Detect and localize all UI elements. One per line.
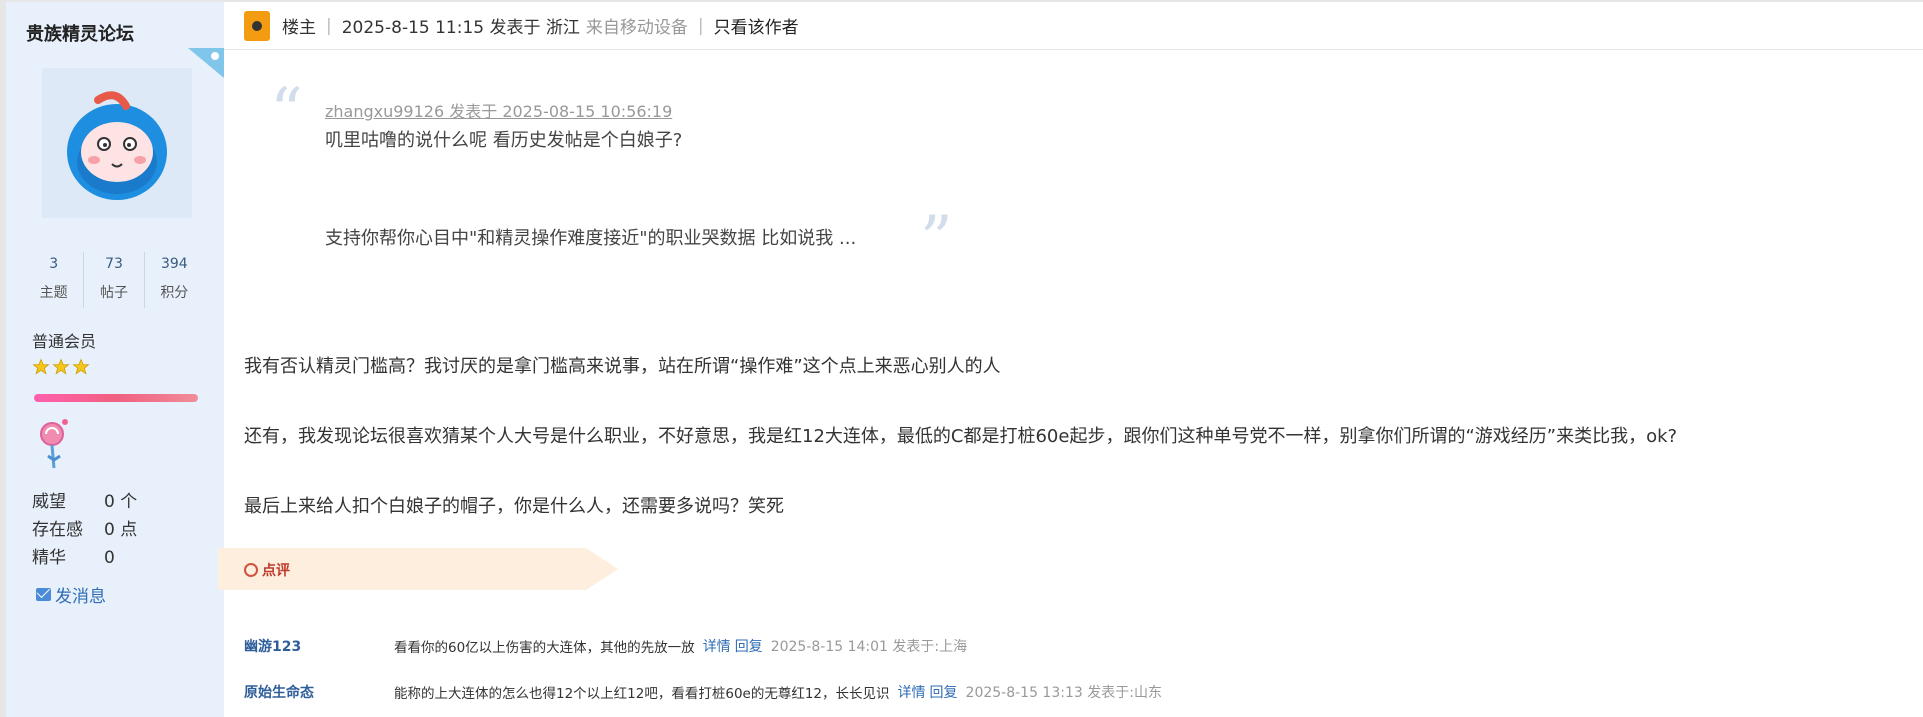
avatar-icon <box>67 91 167 200</box>
stat-points-value: 394 <box>160 256 188 272</box>
stat-posts-value: 73 <box>105 256 123 272</box>
quote-open-icon: “ <box>270 75 303 149</box>
role-label: 楼主 <box>282 18 316 38</box>
quote-meta-link[interactable]: zhangxu99126 发表于 2025-08-15 10:56:19 <box>325 98 672 122</box>
prop-presence: 存在感 0 点 <box>32 516 137 544</box>
prop-digest-value: 0 <box>104 548 115 568</box>
stat-topics-value: 3 <box>49 256 59 272</box>
comment-row: 幽游123 看看你的60亿以上伤害的大连体，其他的先放一放 详情 回复 2025… <box>244 636 967 656</box>
star-icon <box>52 358 70 375</box>
quote-text-line: 支持你帮你心目中"和精灵操作难度接近"的职业哭数据 比如说我 ... <box>325 228 857 249</box>
star-icon <box>72 358 90 375</box>
avatar[interactable] <box>42 68 192 218</box>
author-sidebar: 贵族精灵论坛 3 主题 73 帖子 394 积分 普通会员 威望 0 个 存在感… <box>0 2 224 717</box>
post-main: 楼主 | 2025-8-15 11:15 发表于 浙江 来自移动设备 | 只看该… <box>218 2 1923 717</box>
user-stats: 3 主题 73 帖子 394 积分 <box>24 252 204 308</box>
send-message-link[interactable]: 发消息 <box>36 582 106 607</box>
device-label: 来自移动设备 <box>585 18 688 38</box>
post-paragraph: 还有，我发现论坛很喜欢猜某个人大号是什么职业，不好意思，我是红12大连体，最低的… <box>244 426 1678 447</box>
lollipop-medal-icon[interactable] <box>34 416 74 472</box>
prop-presence-value: 0 点 <box>104 520 138 540</box>
comment-row: 原始生命态 能称的上大连体的怎么也得12个以上红12吧，看看打桩60e的无尊红1… <box>244 682 1162 702</box>
post-paragraph: 我有否认精灵门槛高？我讨厌的是拿门槛高来说事，站在所谓“操作难”这个点上来恶心别… <box>244 356 1001 377</box>
header-divider: | <box>326 15 332 36</box>
prop-prestige-key: 威望 <box>32 492 66 512</box>
prop-digest-key: 精华 <box>32 548 66 568</box>
stat-topics[interactable]: 3 主题 <box>24 252 85 308</box>
comment-time: 2025-8-15 13:13 发表于:山东 <box>965 685 1162 701</box>
send-message-label: 发消息 <box>55 587 106 607</box>
forum-title: 贵族精灵论坛 <box>26 24 134 45</box>
comment-time: 2025-8-15 14:01 发表于:上海 <box>770 639 968 655</box>
comment-text: 能称的上大连体的怎么也得12个以上红12吧，看看打桩60e的无尊红12，长长见识 <box>394 686 890 702</box>
stat-points-label: 积分 <box>160 285 189 301</box>
prop-presence-key: 存在感 <box>32 520 83 540</box>
comment-reply-link[interactable]: 回复 <box>930 682 958 702</box>
comments-label: 点评 <box>244 560 290 580</box>
corner-flag-icon <box>188 48 224 78</box>
stat-posts-label: 帖子 <box>99 285 128 301</box>
comment-detail-link[interactable]: 详情 <box>898 682 926 702</box>
post-time: 2025-8-15 11:15 发表于 浙江 <box>341 18 580 38</box>
stat-topics-label: 主题 <box>39 285 68 301</box>
prop-prestige: 威望 0 个 <box>32 488 137 516</box>
post-header: 楼主 | 2025-8-15 11:15 发表于 浙江 来自移动设备 | 只看该… <box>224 2 1923 50</box>
only-author-link[interactable]: 只看该作者 <box>714 13 799 38</box>
mail-icon <box>36 588 51 601</box>
prop-digest: 精华 0 <box>32 544 137 572</box>
stat-posts[interactable]: 73 帖子 <box>84 252 145 308</box>
comment-reply-link[interactable]: 回复 <box>735 636 763 656</box>
user-rank[interactable]: 普通会员 <box>32 328 96 352</box>
header-divider: | <box>697 15 704 36</box>
thread-starter-icon <box>244 10 270 41</box>
prop-prestige-value: 0 个 <box>104 492 138 512</box>
star-icon <box>32 358 50 375</box>
comment-user[interactable]: 幽游123 <box>244 636 394 656</box>
comment-detail-link[interactable]: 详情 <box>703 636 731 656</box>
experience-bar <box>34 394 198 402</box>
quote-close-icon: ” <box>920 203 953 277</box>
post-paragraph: 最后上来给人扣个白娘子的帽子，你是什么人，还需要多说吗？笑死 <box>244 496 784 517</box>
comment-user[interactable]: 原始生命态 <box>244 682 394 702</box>
comments-label-text: 点评 <box>262 563 290 579</box>
rank-stars <box>32 358 90 376</box>
comment-text: 看看你的60亿以上伤害的大连体，其他的先放一放 <box>394 640 695 656</box>
quote-text-line: 叽里咕噜的说什么呢 看历史发帖是个白娘子? <box>325 130 683 151</box>
user-properties: 威望 0 个 存在感 0 点 精华 0 <box>32 488 137 572</box>
stat-points[interactable]: 394 积分 <box>145 252 204 308</box>
comment-circle-icon <box>244 563 258 577</box>
